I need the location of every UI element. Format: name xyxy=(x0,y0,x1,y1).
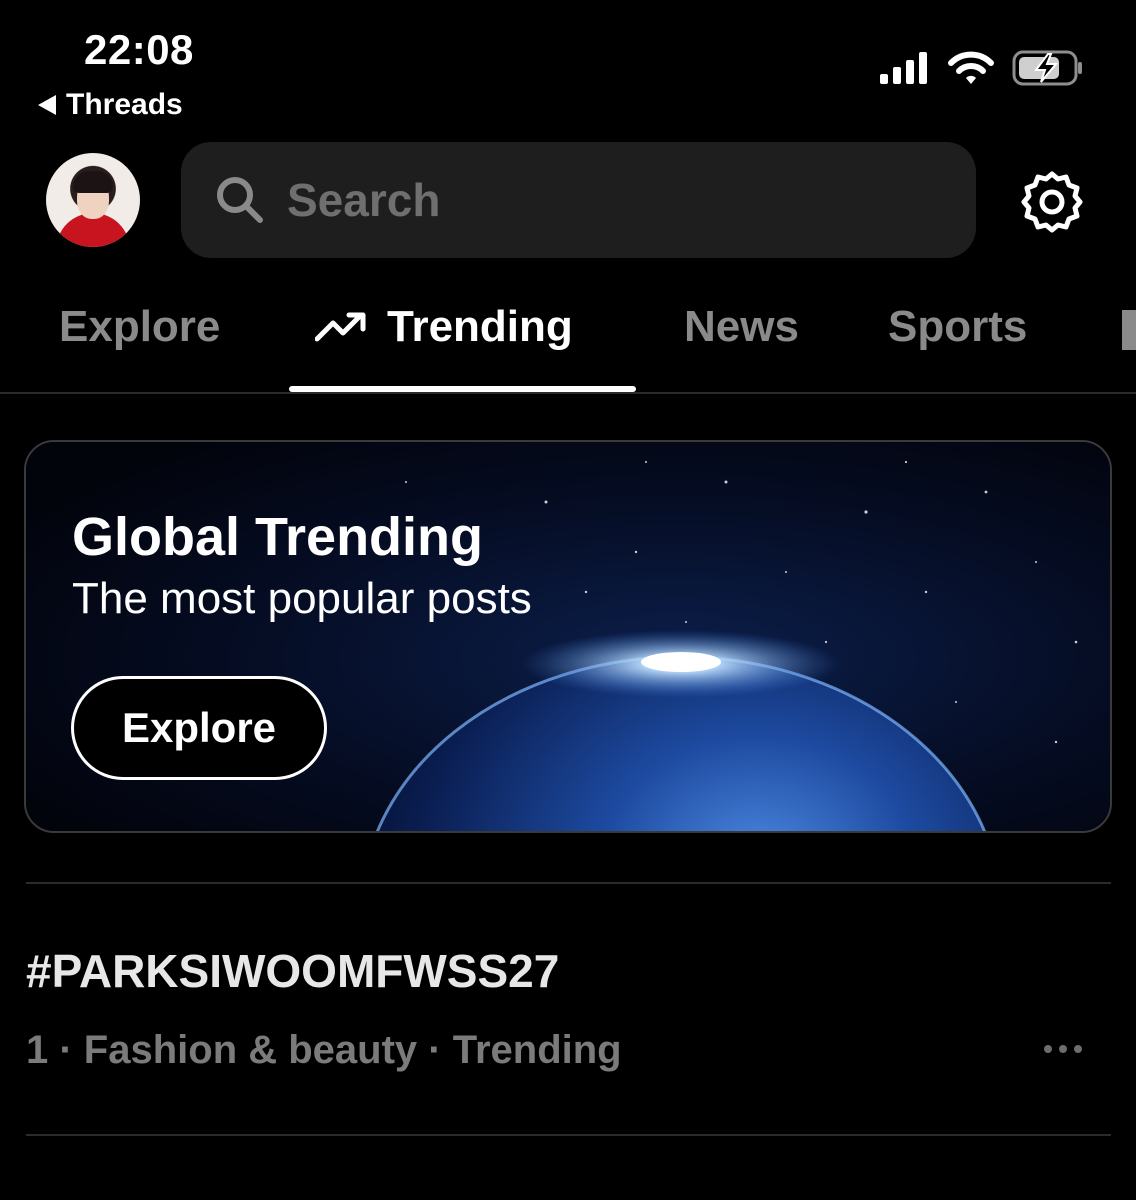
wifi-icon xyxy=(948,51,994,84)
trend-title: #PARKSIWOOMFWSS27 xyxy=(26,945,560,997)
tab-trending-label: Trending xyxy=(387,302,573,351)
trending-arrow-icon xyxy=(315,312,366,342)
battery-charging-icon xyxy=(1012,50,1082,86)
tab-sports[interactable]: Sports xyxy=(888,302,1027,352)
tabs-divider xyxy=(0,392,1136,394)
back-to-threads-link[interactable]: Threads xyxy=(38,88,183,122)
tab-explore[interactable]: Explore xyxy=(59,302,220,352)
trend-meta: 1 · Fashion & beauty · Trending xyxy=(26,1028,622,1072)
list-divider xyxy=(26,1134,1111,1136)
list-divider xyxy=(26,882,1111,884)
search-input[interactable]: Search xyxy=(181,142,976,258)
signal-icon xyxy=(880,52,927,84)
back-label: Threads xyxy=(66,88,183,121)
search-icon xyxy=(217,177,263,223)
banner-title: Global Trending xyxy=(72,507,484,567)
explore-button[interactable]: Explore xyxy=(71,676,327,780)
tab-trending[interactable]: Trending xyxy=(315,302,573,352)
global-trending-banner[interactable]: Global Trending The most popular posts E… xyxy=(24,440,1112,833)
banner-subtitle: The most popular posts xyxy=(72,574,532,623)
status-time: 22:08 xyxy=(84,26,194,73)
more-horizontal-icon[interactable] xyxy=(1044,1045,1082,1053)
back-arrow-icon xyxy=(38,95,56,115)
profile-avatar[interactable] xyxy=(46,153,140,247)
tab-news[interactable]: News xyxy=(684,302,799,352)
search-placeholder: Search xyxy=(287,174,441,226)
status-icons xyxy=(880,50,1084,86)
tab-next-partial[interactable] xyxy=(1122,310,1136,350)
gear-icon[interactable] xyxy=(1020,170,1084,234)
